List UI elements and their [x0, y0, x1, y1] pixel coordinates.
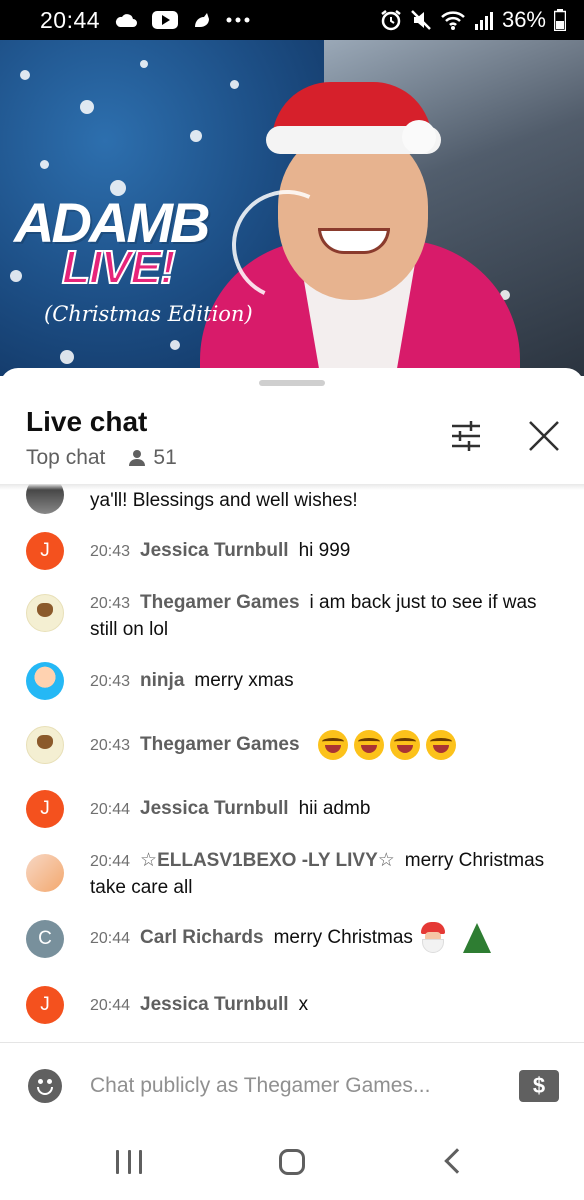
message-author[interactable]: Thegamer Games [140, 592, 299, 613]
chat-input-bar: $ [0, 1042, 584, 1126]
recent-apps-icon[interactable] [116, 1150, 142, 1174]
battery-icon [554, 9, 566, 31]
snowflake [20, 70, 30, 80]
avatar-letter: J [40, 798, 50, 819]
snowflake [170, 340, 180, 350]
message-time: 20:43 [90, 737, 131, 755]
avatar[interactable]: J [26, 790, 64, 828]
status-time: 20:44 [40, 6, 101, 33]
bear-icon [37, 735, 53, 749]
chat-title: Live chat [26, 406, 148, 437]
drag-handle[interactable] [259, 380, 325, 386]
rofl-emoji-icon [353, 730, 384, 760]
home-icon[interactable] [279, 1149, 305, 1175]
avatar[interactable] [26, 726, 64, 764]
avatar-letter: J [40, 540, 50, 561]
message-time: 20:43 [90, 543, 131, 560]
video-player[interactable]: ADAMB LIVE! (Christmas Edition) [0, 40, 584, 376]
person-icon [129, 450, 146, 466]
message-text: hii admb [298, 798, 371, 819]
status-bar: 20:44 36% [0, 0, 584, 40]
close-icon[interactable] [526, 418, 562, 454]
christmas-tree-emoji-icon [462, 923, 491, 953]
message-author[interactable]: ☆ELLASV1BEXO -LY LIVY☆ [140, 850, 395, 871]
viewer-count-value: 51 [153, 446, 177, 469]
cloud-icon [114, 12, 138, 28]
snowflake [140, 60, 148, 68]
rofl-emoji-icon [389, 730, 420, 760]
snowflake [80, 100, 94, 114]
avatar[interactable]: J [26, 532, 64, 570]
chat-mode-selector[interactable]: Top chat [26, 446, 105, 470]
system-nav-bar [0, 1126, 584, 1200]
bear-icon [37, 603, 53, 617]
live-chat-panel: Live chat Top chat 51 ya'll! Blessings a… [0, 368, 584, 1200]
super-chat-symbol: $ [532, 1073, 546, 1098]
app-icon [192, 10, 212, 30]
avatar-letter: J [40, 994, 50, 1015]
signal-icon [474, 10, 494, 30]
snowflake [60, 350, 74, 364]
avatar-letter: C [38, 928, 52, 949]
message-time: 20:44 [90, 801, 131, 818]
santa-hat-pompom [402, 120, 436, 154]
message-time: 20:43 [90, 595, 131, 612]
message-author[interactable]: Jessica Turnbull [140, 798, 289, 819]
video-title-line3: (Christmas Edition) [44, 302, 253, 326]
message-time: 20:44 [90, 997, 131, 1014]
message-text: ya'll! Blessings and well wishes! [90, 490, 358, 511]
message-author[interactable]: Thegamer Games [140, 734, 299, 755]
rofl-emoji-icon [317, 730, 348, 760]
more-dots-icon [226, 17, 250, 23]
chat-input[interactable] [90, 1069, 490, 1103]
alarm-icon [380, 9, 402, 31]
message-time: 20:44 [90, 930, 131, 948]
message-text: hi 999 [298, 540, 351, 561]
viewer-count: 51 [127, 446, 177, 470]
message-time: 20:44 [90, 853, 131, 870]
snowflake [40, 160, 49, 169]
message-text: merry xmas [194, 670, 294, 691]
message-text: merry Christmas [273, 927, 413, 949]
avatar[interactable]: C [26, 920, 64, 958]
message-author[interactable]: Jessica Turnbull [140, 994, 289, 1015]
avatar[interactable] [26, 594, 64, 632]
chat-message-list[interactable]: ya'll! Blessings and well wishes! J 20:4… [0, 484, 584, 1044]
snowflake [190, 130, 202, 142]
mute-icon [410, 9, 432, 31]
message-author[interactable]: ninja [140, 670, 184, 691]
youtube-icon [152, 11, 179, 29]
snowflake [230, 80, 239, 89]
video-title-line2: LIVE! [61, 240, 177, 294]
rofl-emoji-icon [425, 730, 456, 760]
back-icon[interactable] [444, 1148, 470, 1174]
message-author[interactable]: Carl Richards [140, 927, 264, 948]
filter-icon[interactable] [448, 418, 484, 454]
header-divider [0, 484, 584, 490]
super-chat-icon[interactable]: $ [519, 1070, 559, 1102]
battery-percent: 36% [501, 7, 546, 32]
wifi-icon [440, 9, 466, 31]
message-text: x [298, 994, 309, 1015]
emoji-picker-icon[interactable] [28, 1069, 62, 1103]
chat-subheader: Top chat 51 [26, 446, 177, 470]
message-time: 20:43 [90, 673, 131, 690]
avatar[interactable] [26, 662, 64, 700]
avatar[interactable]: J [26, 986, 64, 1024]
snowflake [10, 270, 22, 282]
message-author[interactable]: Jessica Turnbull [140, 540, 289, 561]
santa-emoji-icon [419, 922, 447, 954]
avatar[interactable] [26, 854, 64, 892]
